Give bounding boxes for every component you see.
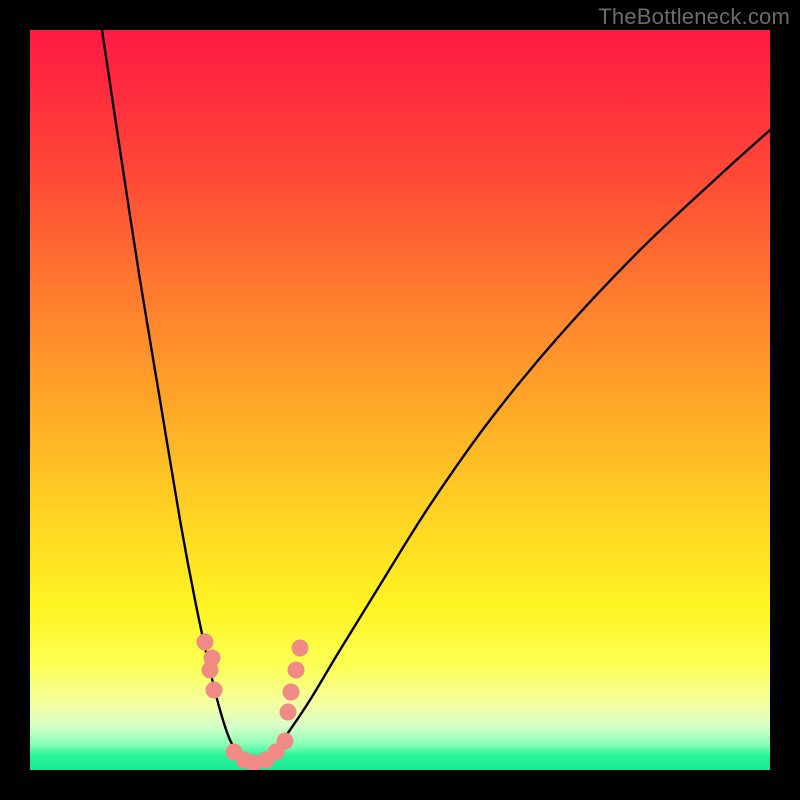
marker-dot <box>206 682 223 699</box>
marker-dot <box>197 634 214 651</box>
marker-cluster-left <box>197 634 223 699</box>
marker-dot <box>288 662 305 679</box>
marker-dot <box>280 704 297 721</box>
marker-dot <box>292 640 309 657</box>
plot-area <box>30 30 770 770</box>
marker-cluster-bottom <box>226 733 294 771</box>
chart-frame: TheBottleneck.com <box>0 0 800 800</box>
watermark-text: TheBottleneck.com <box>598 4 790 30</box>
bottleneck-curve <box>102 30 770 765</box>
curve-layer <box>30 30 770 770</box>
marker-dot <box>283 684 300 701</box>
marker-dot <box>277 733 294 750</box>
marker-dot <box>204 650 221 667</box>
